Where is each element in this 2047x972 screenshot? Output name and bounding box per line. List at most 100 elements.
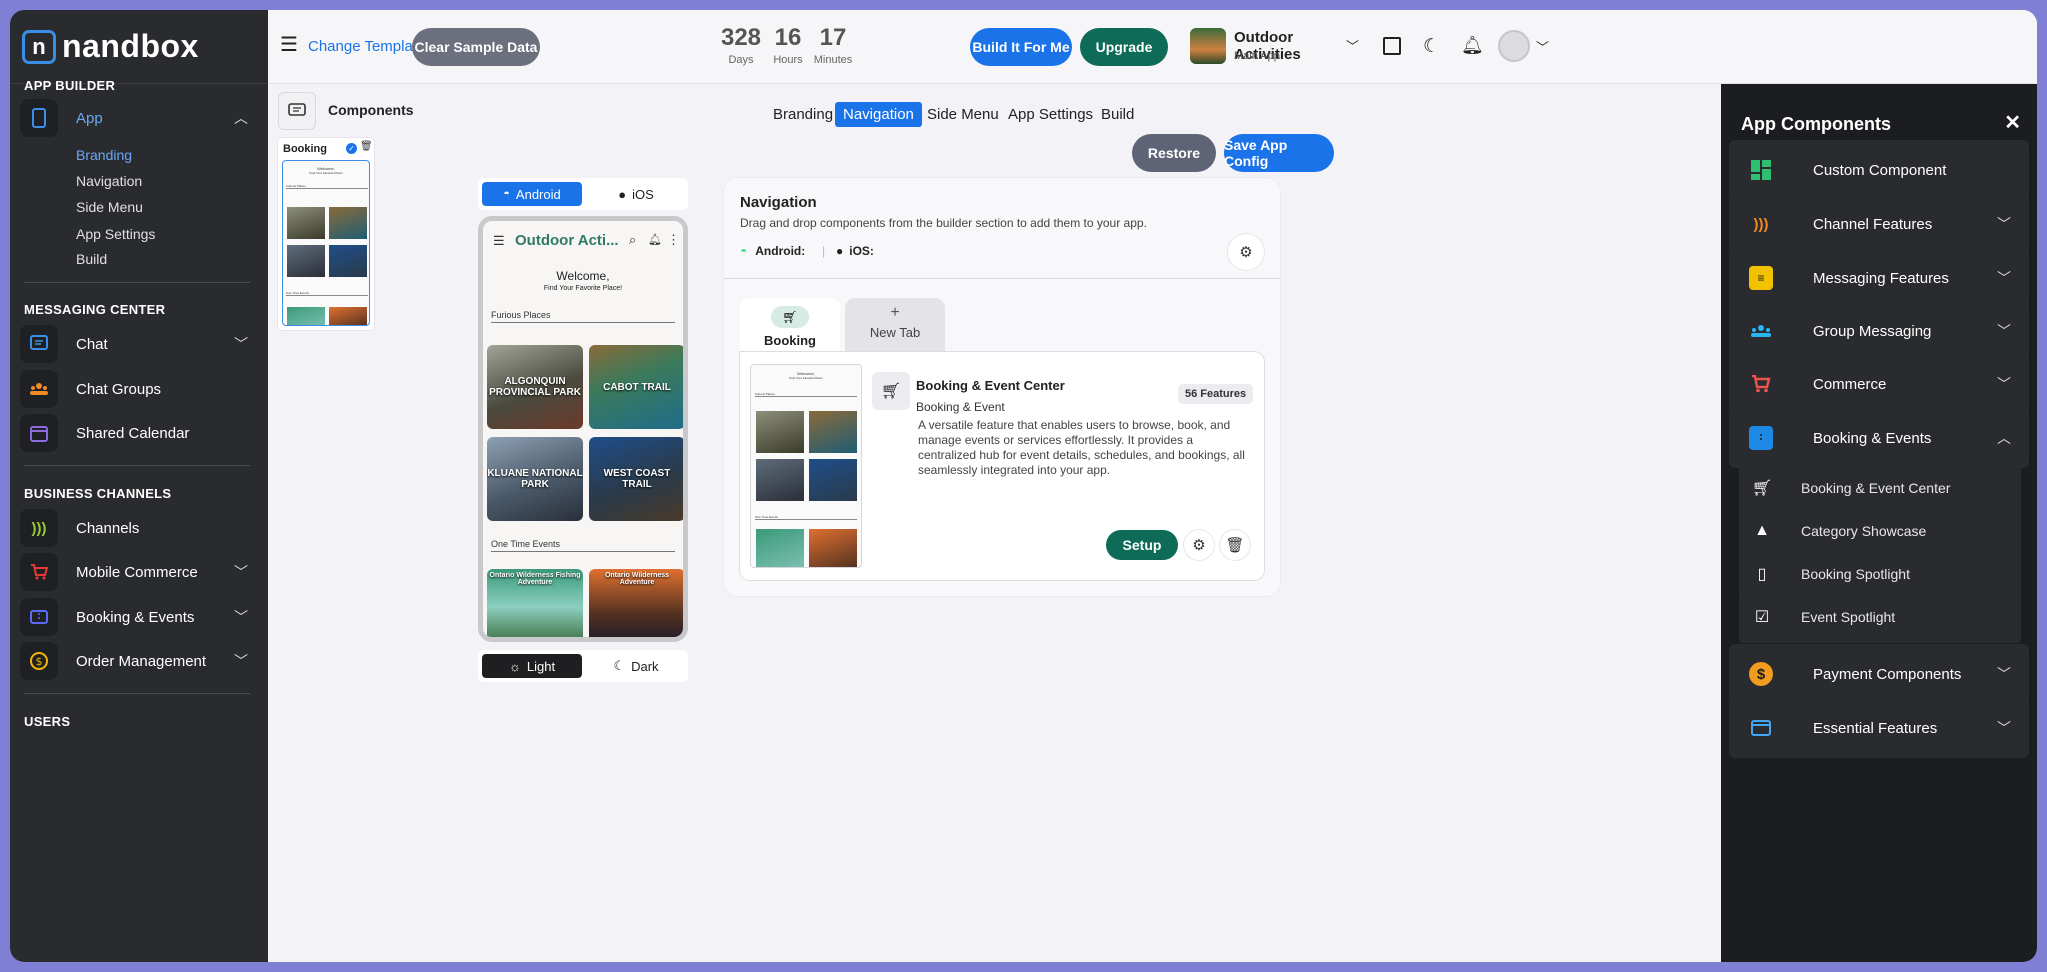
chevron-up-icon[interactable]: ︿ xyxy=(1997,428,2011,448)
place-tile-algonquin[interactable]: ALGONQUIN PROVINCIAL PARK xyxy=(487,345,583,429)
sidebar-item-shared-calendar[interactable]: Shared Calendar xyxy=(20,411,260,455)
sub-component-label[interactable]: Booking Spotlight xyxy=(1801,566,1910,582)
chevron-down-icon[interactable]: ﹀ xyxy=(1346,36,1359,55)
component-group-messaging[interactable]: Group Messaging ﹀ xyxy=(1729,301,2029,361)
setup-button[interactable]: Setup xyxy=(1106,530,1178,560)
light-label: Light xyxy=(526,658,556,674)
chevron-down-icon[interactable]: ﹀ xyxy=(1997,664,2011,684)
chevron-down-icon[interactable]: ﹀ xyxy=(1997,718,2011,738)
chevron-down-icon[interactable]: ﹀ xyxy=(1536,37,1549,56)
component-label: Commerce xyxy=(1813,375,1887,393)
upgrade-button[interactable]: Upgrade xyxy=(1080,28,1168,66)
components-toggle-button[interactable] xyxy=(278,92,316,130)
component-essential[interactable]: Essential Features ﹀ xyxy=(1729,698,2029,758)
tab-build[interactable]: Build xyxy=(1101,106,1134,123)
change-template-link[interactable]: Change Template xyxy=(308,38,425,55)
tab-branding[interactable]: Branding xyxy=(773,106,833,123)
component-channel-features[interactable]: ))) Channel Features ﹀ xyxy=(1729,194,2029,254)
sidebar-item-label: Mobile Commerce xyxy=(76,563,198,581)
hamburger-menu-icon[interactable]: ☰ xyxy=(493,233,505,249)
dark-mode-button[interactable]: ☾ Dark xyxy=(586,654,686,678)
sidebar-item-chat-groups[interactable]: Chat Groups xyxy=(20,367,260,411)
sidebar-item-mobile-commerce[interactable]: Mobile Commerce ﹀ xyxy=(20,550,260,594)
sidebar-item-channels[interactable]: ))) Channels xyxy=(20,506,260,550)
sidebar-item-chat[interactable]: Chat ﹀ xyxy=(20,322,260,366)
apple-icon: ● xyxy=(836,244,844,258)
clear-sample-data-button[interactable]: Clear Sample Data xyxy=(412,28,540,66)
dark-mode-icon[interactable]: ☾ xyxy=(1423,35,1440,58)
check-icon[interactable]: ✓ xyxy=(346,143,357,154)
components-label: Components xyxy=(328,102,414,118)
chevron-down-icon[interactable]: ﹀ xyxy=(1997,268,2011,288)
sidebar-sub-app-settings[interactable]: App Settings xyxy=(76,226,155,242)
more-vertical-icon[interactable]: ⋮ xyxy=(667,232,680,248)
phone-app-bar: ☰ Outdoor Acti... ⌕ 🔔︎ ⋮ xyxy=(483,221,683,263)
trash-icon[interactable]: 🗑︎ xyxy=(360,141,373,152)
event-tile-adventure[interactable]: Ontario Wilderness Adventure xyxy=(589,569,683,637)
bell-icon[interactable]: 🔔︎ xyxy=(648,233,662,246)
logo[interactable]: n nandbox xyxy=(10,10,268,84)
place-tile-west-coast[interactable]: WEST COAST TRAIL xyxy=(589,437,683,521)
chevron-up-icon[interactable]: ︿ xyxy=(234,108,248,128)
component-label: Channel Features xyxy=(1813,215,1933,233)
chevron-down-icon[interactable]: ﹀ xyxy=(234,334,248,354)
ios-toggle-button[interactable]: ● iOS xyxy=(586,182,686,206)
navigation-settings-button[interactable]: ⚙ xyxy=(1228,234,1264,270)
feature-settings-button[interactable]: ⚙ xyxy=(1184,530,1214,560)
chevron-down-icon[interactable]: ﹀ xyxy=(234,607,248,627)
sub-component-event-spotlight[interactable]: ☑ Event Spotlight xyxy=(1739,591,2021,643)
sidebar-item-order-management[interactable]: $ Order Management ﹀ xyxy=(20,639,260,683)
place-tile-kluane[interactable]: KLUANE NATIONAL PARK xyxy=(487,437,583,521)
trash-icon: 🗑︎ xyxy=(1225,537,1245,554)
place-label: CABOT TRAIL xyxy=(603,381,671,393)
sidebar-sub-side-menu[interactable]: Side Menu xyxy=(76,199,143,215)
search-icon[interactable]: ⌕ xyxy=(629,232,636,248)
place-tile-cabot[interactable]: CABOT TRAIL xyxy=(589,345,683,429)
app-selector[interactable]: Outdoor Activities Main App ﹀ xyxy=(1186,24,1362,68)
component-payment[interactable]: $ Payment Components ﹀ xyxy=(1729,644,2029,704)
feature-description: A versatile feature that enables users t… xyxy=(918,418,1245,477)
chevron-down-icon[interactable]: ﹀ xyxy=(1997,214,2011,234)
sidebar-item-app[interactable]: App ︿ xyxy=(20,96,260,140)
component-messaging-features[interactable]: ≡ Messaging Features ﹀ xyxy=(1729,248,2029,308)
component-label: Essential Features xyxy=(1813,719,1938,737)
tab-navigation[interactable]: Navigation xyxy=(835,102,922,127)
avatar[interactable] xyxy=(1498,30,1530,62)
save-app-config-button[interactable]: Save App Config xyxy=(1224,134,1334,172)
mini-image-tile xyxy=(329,307,367,325)
component-booking-events[interactable]: Booking & Events ︿ xyxy=(1729,408,2029,468)
tab-side-menu[interactable]: Side Menu xyxy=(927,106,999,123)
minutes-counter: 17 Minutes xyxy=(808,24,858,66)
hamburger-menu-icon[interactable]: ☰ xyxy=(280,32,298,57)
chevron-down-icon[interactable]: ﹀ xyxy=(1997,374,2011,394)
mini-preview-card[interactable]: Booking ✓ 🗑︎ Welcome, Find Your Favorite… xyxy=(278,138,374,330)
fullscreen-icon[interactable] xyxy=(1383,37,1401,55)
android-toggle-button[interactable]: ◓ Android xyxy=(482,182,582,206)
sidebar-sub-build[interactable]: Build xyxy=(76,251,107,267)
bell-icon[interactable]: 🔔︎ xyxy=(1461,35,1484,56)
event-label: Ontario Wilderness Fishing Adventure xyxy=(489,572,581,586)
restore-button[interactable]: Restore xyxy=(1132,134,1216,172)
hours-counter: 16 Hours xyxy=(763,24,813,66)
sub-component-label[interactable]: Event Spotlight xyxy=(1801,609,1895,625)
component-commerce[interactable]: Commerce ﹀ xyxy=(1729,354,2029,414)
tab-app-settings[interactable]: App Settings xyxy=(1008,106,1093,123)
sub-component-label[interactable]: Booking & Event Center xyxy=(1801,480,1950,496)
build-it-for-me-button[interactable]: Build It For Me xyxy=(970,28,1072,66)
tab-booking[interactable]: 🛒︎ Booking xyxy=(740,298,840,352)
sidebar-item-booking-events[interactable]: Booking & Events ﹀ xyxy=(20,595,260,639)
navigation-title: Navigation xyxy=(740,194,817,211)
feature-delete-button[interactable]: 🗑︎ xyxy=(1220,530,1250,560)
chevron-down-icon[interactable]: ﹀ xyxy=(234,651,248,671)
component-custom[interactable]: Custom Component xyxy=(1729,140,2029,200)
sidebar-sub-navigation[interactable]: Navigation xyxy=(76,173,142,189)
mini-find: Find Your Favorite Place! xyxy=(789,376,823,380)
sub-component-label[interactable]: Category Showcase xyxy=(1801,523,1926,539)
event-tile-fishing[interactable]: Ontario Wilderness Fishing Adventure xyxy=(487,569,583,637)
close-icon[interactable]: ✕ xyxy=(2004,110,2021,135)
sidebar-sub-branding[interactable]: Branding xyxy=(76,147,132,163)
light-mode-button[interactable]: ☼ Light xyxy=(482,654,582,678)
tab-new[interactable]: + New Tab xyxy=(845,298,945,352)
chevron-down-icon[interactable]: ﹀ xyxy=(1997,321,2011,341)
chevron-down-icon[interactable]: ﹀ xyxy=(234,562,248,582)
